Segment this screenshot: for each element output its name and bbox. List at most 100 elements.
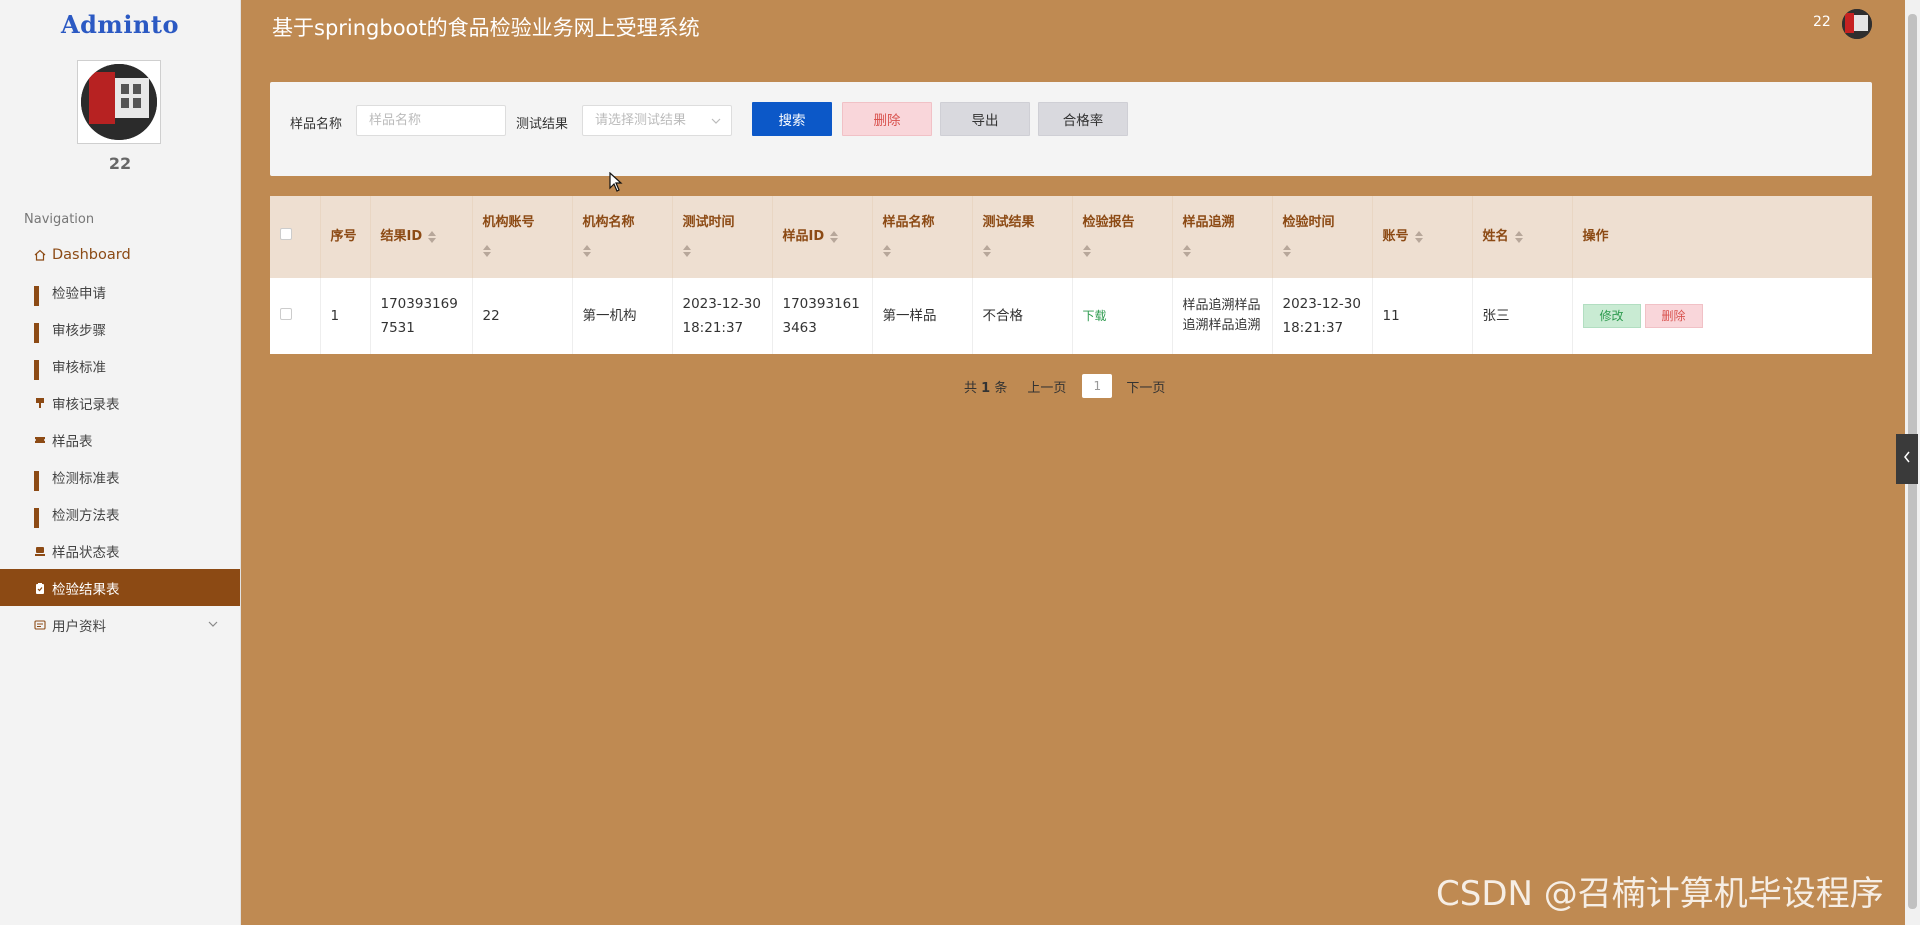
page-number[interactable]: 1 bbox=[1082, 374, 1113, 398]
grid-icon bbox=[34, 359, 46, 380]
column-header: 操作 bbox=[1582, 229, 1609, 244]
select-all-cell[interactable] bbox=[270, 196, 321, 278]
row-delete-button[interactable]: 删除 bbox=[1644, 304, 1703, 328]
cell-sample-name: 第一样品 bbox=[872, 278, 973, 354]
sort-icon[interactable] bbox=[882, 244, 891, 257]
cell-trace: 样品追溯样品追溯样品追溯 bbox=[1172, 278, 1273, 354]
column-header[interactable]: 样品名称 bbox=[872, 196, 973, 278]
sidebar-item-review-records[interactable]: 审核记录表 bbox=[0, 384, 240, 421]
sort-icon[interactable] bbox=[428, 230, 437, 243]
column-header[interactable]: 样品追溯 bbox=[1172, 196, 1273, 278]
pass-rate-button[interactable]: 合格率 bbox=[1038, 102, 1128, 136]
sidebar-item-label: Dashboard bbox=[52, 246, 131, 263]
column-header[interactable]: 检验报告 bbox=[1072, 196, 1173, 278]
table-row: 1 1703931697531 22 第一机构 2023-12-30 18:21… bbox=[270, 278, 1872, 354]
delete-button[interactable]: 删除 bbox=[842, 102, 932, 136]
column-header[interactable]: 账号 bbox=[1372, 196, 1473, 278]
sidebar-username: 22 bbox=[108, 154, 132, 173]
sort-icon[interactable] bbox=[682, 244, 691, 257]
row-checkbox[interactable] bbox=[280, 308, 292, 320]
search-panel: 样品名称 测试结果 请选择测试结果 搜索 删除 导出 合格率 bbox=[270, 82, 1872, 176]
sort-icon[interactable] bbox=[1082, 244, 1091, 257]
top-username[interactable]: 22 bbox=[1813, 14, 1831, 30]
sidebar: Adminto 22 Navigation Dashboard 检验申请 审核步… bbox=[0, 0, 241, 925]
sidebar-item-inspection-request[interactable]: 检验申请 bbox=[0, 273, 240, 310]
pin-icon bbox=[34, 397, 46, 409]
sidebar-item-test-methods[interactable]: 检测方法表 bbox=[0, 495, 240, 532]
sidebar-item-review-standards[interactable]: 审核标准 bbox=[0, 347, 240, 384]
test-result-placeholder: 请选择测试结果 bbox=[595, 113, 687, 128]
column-header[interactable]: 样品ID bbox=[772, 196, 873, 278]
sidebar-item-label: 样品状态表 bbox=[52, 544, 120, 561]
sort-icon[interactable] bbox=[1182, 244, 1191, 257]
stamp-icon bbox=[34, 545, 46, 557]
sidebar-item-dashboard[interactable]: Dashboard bbox=[0, 236, 240, 273]
pagination: 共 1 条 上一页 1 下一页 bbox=[964, 374, 1165, 398]
edit-button[interactable]: 修改 bbox=[1582, 304, 1641, 328]
download-link[interactable]: 下载 bbox=[1083, 309, 1107, 323]
sort-icon[interactable] bbox=[582, 244, 591, 257]
cell-inspect-time: 2023-12-30 18:21:37 bbox=[1272, 278, 1373, 354]
column-header[interactable]: 检验时间 bbox=[1272, 196, 1373, 278]
ticket-icon bbox=[34, 434, 46, 446]
prev-page-button[interactable]: 上一页 bbox=[1027, 377, 1066, 396]
sidebar-item-label: 用户资料 bbox=[52, 618, 106, 635]
sample-name-input[interactable] bbox=[356, 105, 506, 136]
cell-org-account: 22 bbox=[472, 278, 573, 354]
avatar-image bbox=[81, 64, 157, 140]
sidebar-item-user-profile[interactable]: 用户资料 bbox=[0, 606, 240, 643]
sort-icon[interactable] bbox=[1282, 244, 1291, 257]
column-header[interactable]: 姓名 bbox=[1472, 196, 1573, 278]
sort-icon[interactable] bbox=[1414, 230, 1423, 243]
grid-icon bbox=[34, 507, 46, 528]
sidebar-item-label: 检测方法表 bbox=[52, 507, 120, 524]
test-result-label: 测试结果 bbox=[516, 117, 569, 132]
user-avatar[interactable] bbox=[77, 60, 161, 144]
cell-actions: 修改 删除 bbox=[1572, 278, 1872, 354]
cell-index: 1 bbox=[320, 278, 371, 354]
mouse-cursor-icon bbox=[609, 171, 623, 196]
cell-test-time: 2023-12-30 18:21:37 bbox=[672, 278, 773, 354]
sort-icon[interactable] bbox=[1514, 230, 1523, 243]
sort-icon[interactable] bbox=[982, 244, 991, 257]
search-button[interactable]: 搜索 bbox=[752, 102, 832, 136]
collapse-panel-button[interactable] bbox=[1896, 434, 1918, 484]
sidebar-item-test-standards[interactable]: 检测标准表 bbox=[0, 458, 240, 495]
column-header[interactable]: 测试结果 bbox=[972, 196, 1073, 278]
grid-icon bbox=[34, 322, 46, 343]
home-icon bbox=[34, 249, 46, 261]
sort-icon[interactable] bbox=[830, 230, 839, 243]
nav-heading: Navigation bbox=[24, 212, 95, 227]
sidebar-item-label: 检验结果表 bbox=[52, 581, 120, 598]
test-result-select[interactable]: 请选择测试结果 bbox=[582, 105, 732, 136]
column-header[interactable]: 机构账号 bbox=[472, 196, 573, 278]
grid-icon bbox=[34, 470, 46, 491]
table-header-row: 序号 结果ID 机构账号 机构名称 测试时间 样品ID 样品名称 测试结果 检验… bbox=[270, 196, 1872, 278]
clipboard-icon bbox=[34, 582, 46, 594]
column-header: 序号 bbox=[320, 196, 371, 278]
sidebar-item-sample-status[interactable]: 样品状态表 bbox=[0, 532, 240, 569]
cell-name: 张三 bbox=[1472, 278, 1573, 354]
sidebar-item-label: 检测标准表 bbox=[52, 470, 120, 487]
brand-logo[interactable]: Adminto bbox=[0, 10, 240, 39]
select-all-checkbox[interactable] bbox=[280, 228, 292, 240]
row-select-cell[interactable] bbox=[270, 278, 321, 354]
chevron-left-icon bbox=[1903, 451, 1911, 467]
card-icon bbox=[34, 619, 46, 631]
column-header[interactable]: 结果ID bbox=[370, 196, 473, 278]
sidebar-nav: Dashboard 检验申请 审核步骤 审核标准 审核记录表 样品表 检测标准表… bbox=[0, 236, 240, 643]
top-avatar[interactable] bbox=[1842, 9, 1872, 39]
column-header[interactable]: 机构名称 bbox=[572, 196, 673, 278]
sidebar-item-samples[interactable]: 样品表 bbox=[0, 421, 240, 458]
cell-org-name: 第一机构 bbox=[572, 278, 673, 354]
sidebar-item-label: 检验申请 bbox=[52, 285, 106, 302]
page-title: 基于springboot的食品检验业务网上受理系统 bbox=[272, 16, 700, 40]
export-button[interactable]: 导出 bbox=[940, 102, 1030, 136]
sidebar-item-review-steps[interactable]: 审核步骤 bbox=[0, 310, 240, 347]
next-page-button[interactable]: 下一页 bbox=[1126, 377, 1165, 396]
column-header[interactable]: 测试时间 bbox=[672, 196, 773, 278]
results-table: 序号 结果ID 机构账号 机构名称 测试时间 样品ID 样品名称 测试结果 检验… bbox=[270, 196, 1872, 354]
sort-icon[interactable] bbox=[482, 244, 491, 257]
sidebar-item-inspection-results[interactable]: 检验结果表 bbox=[0, 569, 240, 606]
chevron-down-icon bbox=[208, 617, 218, 630]
